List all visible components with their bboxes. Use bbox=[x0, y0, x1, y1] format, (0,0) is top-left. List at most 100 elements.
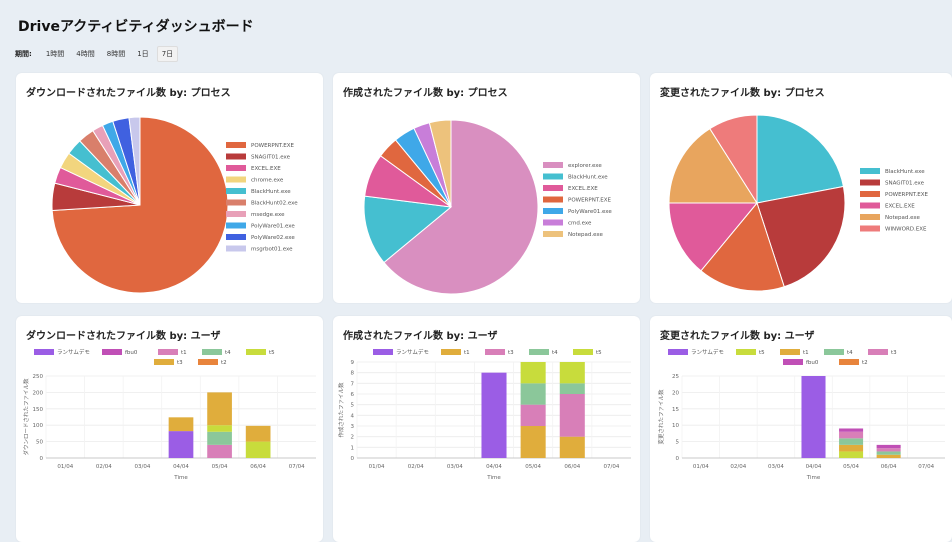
x-axis-label: Time bbox=[173, 475, 188, 481]
legend-swatch bbox=[529, 349, 549, 355]
legend-swatch bbox=[860, 168, 880, 174]
card-modified-by-user: 変更されたファイル数 by: ユーザ ランサムデモ t5 t1 t4 t3 fbu0 t2 0… bbox=[650, 316, 952, 542]
y-tick-label: 100 bbox=[33, 423, 44, 429]
legend-swatch bbox=[441, 349, 461, 355]
y-tick-label: 4 bbox=[351, 413, 355, 419]
legend-label: POWERPNT.EXE bbox=[885, 192, 929, 198]
legend-label: PolyWare01.exe bbox=[251, 224, 295, 230]
legend-label: POWERPNT.EXE bbox=[251, 143, 295, 149]
bar-segment bbox=[559, 394, 585, 437]
bar-segment bbox=[168, 417, 194, 432]
legend-label: PolyWare01.exe bbox=[568, 209, 612, 215]
x-tick-label: 07/04 bbox=[289, 464, 305, 470]
bar-segment bbox=[876, 454, 901, 458]
legend-label: PolyWare02.exe bbox=[251, 235, 295, 241]
bar-segment bbox=[207, 392, 232, 426]
legend-swatch bbox=[860, 202, 880, 209]
y-tick-label: 7 bbox=[351, 381, 355, 387]
legend-swatch bbox=[226, 153, 246, 160]
legend-label: t3 bbox=[891, 350, 897, 356]
period-button-1h[interactable]: 1時間 bbox=[42, 47, 68, 61]
legend-label: WINWORD.EXE bbox=[885, 227, 927, 233]
bar-chart-download: ランサムデモ fbu0 t1 t4 t5 t3 t2 0 50 100 150 200 250 01/04… bbox=[22, 348, 316, 481]
x-tick-label: 04/04 bbox=[486, 464, 502, 470]
period-button-7d[interactable]: 7日 bbox=[156, 46, 179, 62]
card-created-by-user: 作成されたファイル数 by: ユーザ ランサムデモ t1 t3 t4 t5 0 1 2 3 4 5 6… bbox=[333, 316, 640, 542]
legend-swatch bbox=[226, 245, 246, 252]
x-tick-label: 02/04 bbox=[96, 464, 112, 470]
bar-segment bbox=[876, 448, 901, 452]
legend-label: BlackHunt.exe bbox=[251, 189, 291, 195]
legend-label: SNAGIT01.exe bbox=[885, 181, 925, 187]
legend-label: SNAGIT01.exe bbox=[251, 155, 291, 161]
bar-segment bbox=[520, 362, 546, 384]
legend-swatch bbox=[543, 196, 563, 203]
legend-label: t1 bbox=[464, 350, 470, 356]
dashboard-page: Driveアクティビティダッシュボード 期間: 1時間 4時間 8時間 1日 7… bbox=[0, 0, 952, 542]
pie-chart-download: POWERPNT.EXE SNAGIT01.exe EXCEL.EXE chrome.… bbox=[51, 116, 298, 294]
x-tick-label: 05/04 bbox=[212, 464, 228, 470]
legend-swatch bbox=[543, 219, 563, 226]
legend-swatch bbox=[102, 349, 122, 355]
x-tick-label: 02/04 bbox=[730, 464, 746, 470]
x-tick-label: 03/04 bbox=[768, 464, 784, 470]
y-tick-label: 0 bbox=[40, 456, 44, 462]
legend-swatch bbox=[34, 349, 54, 355]
y-tick-label: 5 bbox=[676, 440, 680, 446]
legend-swatch bbox=[839, 359, 859, 365]
legend-label: msedge.exe bbox=[251, 212, 285, 218]
y-axis-label: ダウンロードされたファイル数 bbox=[22, 378, 30, 456]
period-button-8h[interactable]: 8時間 bbox=[103, 47, 129, 61]
y-tick-label: 250 bbox=[33, 374, 44, 380]
period-selector: 期間: 1時間 4時間 8時間 1日 7日 bbox=[15, 46, 179, 62]
legend-label: t4 bbox=[552, 350, 558, 356]
legend-swatch bbox=[158, 349, 178, 355]
legend-swatch bbox=[868, 349, 888, 355]
card-created-by-process: 作成されたファイル数 by: プロセス explorer.exe BlackHun… bbox=[333, 73, 640, 303]
x-tick-label: 06/04 bbox=[881, 464, 897, 470]
y-tick-label: 8 bbox=[351, 371, 355, 377]
period-button-4h[interactable]: 4時間 bbox=[72, 47, 98, 61]
legend-swatch bbox=[226, 142, 246, 148]
bar-segment bbox=[839, 428, 864, 432]
x-tick-label: 04/04 bbox=[173, 464, 189, 470]
legend-label: EXCEL.EXE bbox=[251, 166, 281, 172]
legend-swatch bbox=[246, 349, 266, 355]
page-title: Driveアクティビティダッシュボード bbox=[18, 19, 254, 35]
bar-segment bbox=[839, 451, 864, 458]
y-tick-label: 6 bbox=[351, 392, 355, 398]
period-label: 期間: bbox=[15, 50, 32, 58]
legend-swatch bbox=[543, 173, 563, 180]
y-axis-label: 変更されたファイル数 bbox=[657, 389, 665, 445]
legend-label: ランサムデモ bbox=[57, 348, 90, 356]
y-tick-label: 20 bbox=[672, 390, 679, 396]
y-tick-label: 10 bbox=[672, 423, 679, 429]
card-modified-by-process: 変更されたファイル数 by: プロセス BlackHunt.exe SNAGIT0… bbox=[650, 73, 952, 303]
legend-label: t2 bbox=[221, 360, 227, 366]
x-tick-label: 06/04 bbox=[250, 464, 266, 470]
y-tick-label: 25 bbox=[672, 374, 679, 380]
legend-swatch bbox=[573, 349, 593, 355]
x-axis-label: Time bbox=[486, 475, 501, 481]
bar-chart-modified: ランサムデモ t5 t1 t4 t3 fbu0 t2 0 5 10 15 20 25 01/04 02/04… bbox=[657, 348, 945, 481]
bar-segment bbox=[839, 431, 864, 439]
bar-segment bbox=[207, 431, 232, 445]
legend-swatch bbox=[485, 349, 505, 355]
bar-segment bbox=[207, 425, 232, 432]
bar-segment bbox=[168, 431, 194, 458]
legend-label: ランサムデモ bbox=[396, 348, 429, 356]
legend-label: t5 bbox=[269, 350, 275, 356]
card-download-by-process: ダウンロードされたファイル数 by: プロセス POWERPNT.EXE SNAG… bbox=[16, 73, 323, 303]
period-button-1d[interactable]: 1日 bbox=[133, 47, 152, 61]
y-tick-label: 5 bbox=[351, 403, 355, 409]
legend-label: BlackHunt02.exe bbox=[251, 201, 298, 207]
legend-swatch bbox=[783, 359, 803, 365]
x-tick-label: 05/04 bbox=[525, 464, 541, 470]
y-tick-label: 15 bbox=[672, 407, 679, 413]
legend-swatch bbox=[860, 191, 880, 197]
legend-swatch bbox=[860, 225, 880, 232]
pie-chart-created: explorer.exe BlackHunt.exe EXCEL.EXE POWERP… bbox=[363, 119, 612, 295]
x-tick-label: 05/04 bbox=[843, 464, 859, 470]
legend-swatch bbox=[668, 349, 688, 355]
legend-label: EXCEL.EXE bbox=[885, 204, 915, 210]
